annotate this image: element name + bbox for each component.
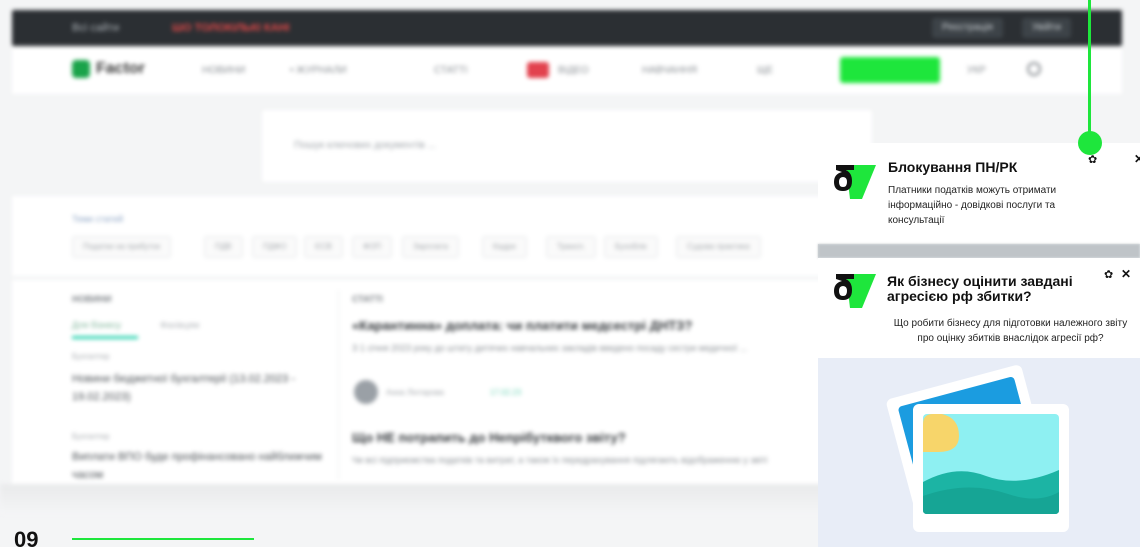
notification-body: Що робити бізнесу для підготовки належно… — [893, 318, 1128, 344]
tab-business[interactable]: Для бізнесу — [72, 320, 121, 330]
image-placeholder-icon — [886, 365, 1069, 532]
tag-item[interactable]: Судова практика — [676, 236, 761, 258]
site-logo-icon[interactable] — [72, 60, 90, 78]
author-avatar — [354, 380, 378, 404]
search-input[interactable]: Пошук ключових документів ... — [262, 110, 872, 182]
news-source: Бухгалтер — [72, 432, 110, 441]
blurred-divider — [818, 244, 1140, 258]
column-divider — [338, 290, 339, 480]
gear-icon[interactable]: ✿ — [1104, 268, 1113, 281]
tag-item[interactable]: ПДФО — [252, 236, 298, 258]
tag-item[interactable]: Кадри — [482, 236, 527, 258]
article-excerpt: Чи всі підприємства податків та витрат, … — [352, 455, 768, 465]
tag-item[interactable]: Податки на прибуток — [72, 236, 172, 258]
nav-item-articles[interactable]: СТАТТІ — [434, 65, 468, 76]
language-switch[interactable]: УКР — [967, 65, 986, 76]
article-date: 17.02.23 — [490, 388, 522, 397]
main-nav: Factor НОВИНИ • ЖУРНАЛИ СТАТТІ ВІДЕО НАВ… — [12, 48, 1122, 94]
register-button[interactable]: Реєстрація — [932, 18, 1003, 38]
news-source: Бухгалтер — [72, 352, 110, 361]
article-title[interactable]: «Карантинна» доплата: чи платити медсест… — [352, 318, 692, 333]
tag-item[interactable]: Зарплата — [402, 236, 460, 258]
nav-item-news[interactable]: НОВИНИ — [202, 65, 245, 76]
tab-experts[interactable]: Фахівцям — [160, 320, 199, 330]
pointer-line — [1088, 0, 1091, 136]
news-title[interactable]: Новини бюджетної бухгалтерії (13.02.2023… — [72, 370, 322, 406]
video-icon — [527, 62, 549, 78]
alert-text: ШО ТОЛОКІЛЬКІ КАНІ — [172, 22, 290, 34]
subscribe-button[interactable] — [840, 57, 940, 83]
close-icon[interactable]: ✕ — [1121, 267, 1131, 281]
tag-item[interactable]: Бухоблік — [604, 236, 658, 258]
notification-body: Платники податків можуть отримати інформ… — [888, 185, 1057, 226]
top-bar: Всі сайти ШО ТОЛОКІЛЬКІ КАНІ Реєстрація … — [12, 10, 1122, 46]
pointer-dot — [1078, 131, 1102, 155]
nav-item-video[interactable]: ВІДЕО — [558, 65, 589, 76]
factor-logo-icon — [834, 165, 876, 199]
search-placeholder: Пошук ключових документів ... — [294, 140, 436, 151]
tag-item[interactable]: ФОП — [352, 236, 393, 258]
tag-item[interactable]: Трансп. — [546, 236, 597, 258]
news-title[interactable]: Виплати ВПО буде профінансовано найближч… — [72, 448, 322, 484]
active-tab-indicator — [72, 336, 138, 339]
nav-item-education[interactable]: НАВЧАННЯ — [642, 65, 697, 76]
site-logo[interactable]: Factor — [96, 60, 145, 78]
notification-image — [818, 358, 1140, 547]
article-excerpt: З 1 січня 2023 року до штату дитячих нав… — [352, 343, 748, 353]
login-button[interactable]: Увійти — [1022, 18, 1072, 38]
factor-logo-icon — [834, 274, 876, 308]
tag-item[interactable]: ПДВ — [204, 236, 243, 258]
articles-heading: СТАТТІ — [352, 294, 383, 304]
slide-number: 09 — [14, 527, 39, 547]
tag-item[interactable]: ЄСВ — [304, 236, 343, 258]
notification-title: Блокування ПН/РК — [888, 159, 1018, 175]
notification-title: Як бізнесу оцінити завдані агресією рф з… — [887, 273, 1073, 304]
article-title[interactable]: Що НЕ потрапить до Непрібутквого звіту? — [352, 430, 626, 445]
notification-card[interactable]: Блокування ПН/РК Платники податків можут… — [818, 143, 1140, 244]
author-name[interactable]: Анна Лінтарова — [386, 388, 444, 397]
accent-underline — [72, 538, 254, 540]
tags-label: Теми статей — [72, 214, 124, 224]
nav-item-journals[interactable]: • ЖУРНАЛИ — [290, 65, 347, 76]
close-icon[interactable]: ✕ — [1134, 152, 1140, 166]
search-icon[interactable] — [1027, 62, 1041, 76]
all-sites-link[interactable]: Всі сайти — [72, 22, 119, 34]
news-heading: НОВИНИ — [72, 294, 112, 304]
notification-card[interactable]: Як бізнесу оцінити завдані агресією рф з… — [818, 258, 1140, 358]
nav-item-more[interactable]: ЩЕ — [757, 65, 773, 76]
